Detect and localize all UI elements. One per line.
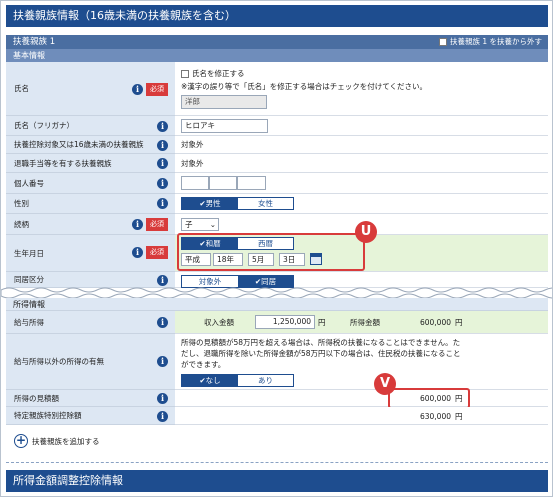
revenue-label: 収入金額 (204, 317, 234, 327)
info-icon[interactable]: i (157, 317, 168, 328)
special-value: 630,000 (419, 411, 451, 421)
required-badge: 必須 (146, 218, 168, 231)
info-icon[interactable]: i (157, 178, 168, 189)
other-income-none-option[interactable]: ✔なし (182, 375, 238, 386)
mynumber-field-3[interactable] (237, 176, 266, 190)
salary-label: 給与所得 (6, 311, 175, 334)
revenue-unit: 円 (318, 317, 326, 327)
chevron-down-icon: ⌄ (209, 220, 216, 229)
info-icon[interactable]: i (157, 158, 168, 169)
annotation-marker-u: U (355, 221, 377, 243)
other-income-yes-option[interactable]: あり (238, 375, 293, 386)
required-badge: 必須 (146, 246, 168, 259)
gender-female-option[interactable]: 女性 (238, 198, 293, 209)
kana-field[interactable]: ヒロアキ (181, 119, 268, 133)
info-icon[interactable]: i (157, 121, 168, 132)
page-title: 扶養親族情報（16歳未満の扶養親族を含む） (6, 5, 548, 27)
special-label: 特定親族特別控除額 (6, 407, 175, 425)
add-dependent-link[interactable]: + 扶養親族を追加する (14, 434, 100, 448)
highlight-box-u (177, 233, 365, 271)
revenue-field[interactable]: 1,250,000 (255, 315, 315, 329)
estimate-cell (175, 390, 548, 407)
special-unit: 円 (455, 411, 463, 421)
page-frame: 扶養親族情報（16歳未満の扶養親族を含む） 扶養親族 1 扶養親族 1 を扶養か… (0, 0, 553, 497)
retire-label: 退職手当等を有する扶養親族 (6, 154, 175, 173)
info-icon[interactable]: i (132, 247, 143, 258)
divider (6, 462, 548, 463)
basic-info-header: 基本情報 (6, 49, 548, 62)
name-field[interactable]: 洋郎 (181, 95, 267, 109)
annotation-marker-v: V (374, 373, 396, 395)
section-title-income-adjustment: 所得金額調整控除情報 (6, 470, 548, 492)
retire-value: 対象外 (175, 154, 548, 173)
info-icon[interactable]: i (157, 393, 168, 404)
fix-name-note: ※漢字の誤り等で「氏名」を修正する場合はチェックを付けてください。 (181, 82, 428, 91)
other-income-note: 所得の見積額が58万円を超える場合は、所得税の扶養になることはできません。ただし… (181, 338, 461, 369)
mynumber-field-1[interactable] (181, 176, 209, 190)
info-icon[interactable]: i (132, 219, 143, 230)
remove-dependent-label: 扶養親族 1 を扶養から外す (449, 37, 542, 46)
under16-value: 対象外 (175, 136, 548, 154)
dependent-header: 扶養親族 1 扶養親族 1 を扶養から外す (6, 35, 548, 49)
gender-label: 性別 (6, 194, 175, 214)
estimate-label: 所得の見積額 (6, 390, 175, 407)
info-icon[interactable]: i (157, 198, 168, 209)
info-icon[interactable]: i (157, 411, 168, 422)
plus-icon: + (14, 433, 28, 448)
mynumber-label: 個人番号 (6, 173, 175, 194)
dependent-title: 扶養親族 1 (13, 37, 56, 47)
income-info-header: 所得情報 (6, 298, 548, 311)
required-badge: 必須 (146, 83, 168, 96)
gender-toggle[interactable]: ✔男性 女性 (181, 197, 294, 210)
special-cell (175, 407, 548, 425)
kana-label: 氏名（フリガナ） (6, 116, 175, 136)
info-icon[interactable]: i (157, 140, 168, 151)
highlight-box-v (388, 388, 470, 409)
income-amount-label: 所得金額 (350, 317, 380, 327)
mynumber-field-2[interactable] (209, 176, 237, 190)
under16-label: 扶養控除対象又は16歳未満の扶養親族 (6, 136, 175, 154)
relation-select[interactable]: 子 ⌄ (181, 218, 219, 231)
info-icon[interactable]: i (157, 356, 168, 367)
fix-name-label: 氏名を修正する (192, 69, 245, 78)
info-icon[interactable]: i (132, 84, 143, 95)
fix-name-option[interactable]: 氏名を修正する (181, 68, 245, 79)
remove-dependent-option[interactable]: 扶養親族 1 を扶養から外す (438, 35, 542, 49)
other-income-label: 給与所得以外の所得の有無 (6, 334, 175, 390)
info-icon[interactable]: i (157, 275, 168, 286)
fix-name-checkbox[interactable] (181, 69, 189, 78)
remove-dependent-checkbox[interactable] (438, 38, 447, 46)
add-dependent-label: 扶養親族を追加する (32, 436, 100, 446)
other-income-toggle[interactable]: ✔なし あり (181, 374, 294, 387)
income-amount-unit: 円 (455, 317, 463, 327)
relation-value: 子 (185, 220, 193, 229)
gender-male-option[interactable]: ✔男性 (182, 198, 238, 209)
income-amount-value: 600,000 (419, 317, 451, 327)
